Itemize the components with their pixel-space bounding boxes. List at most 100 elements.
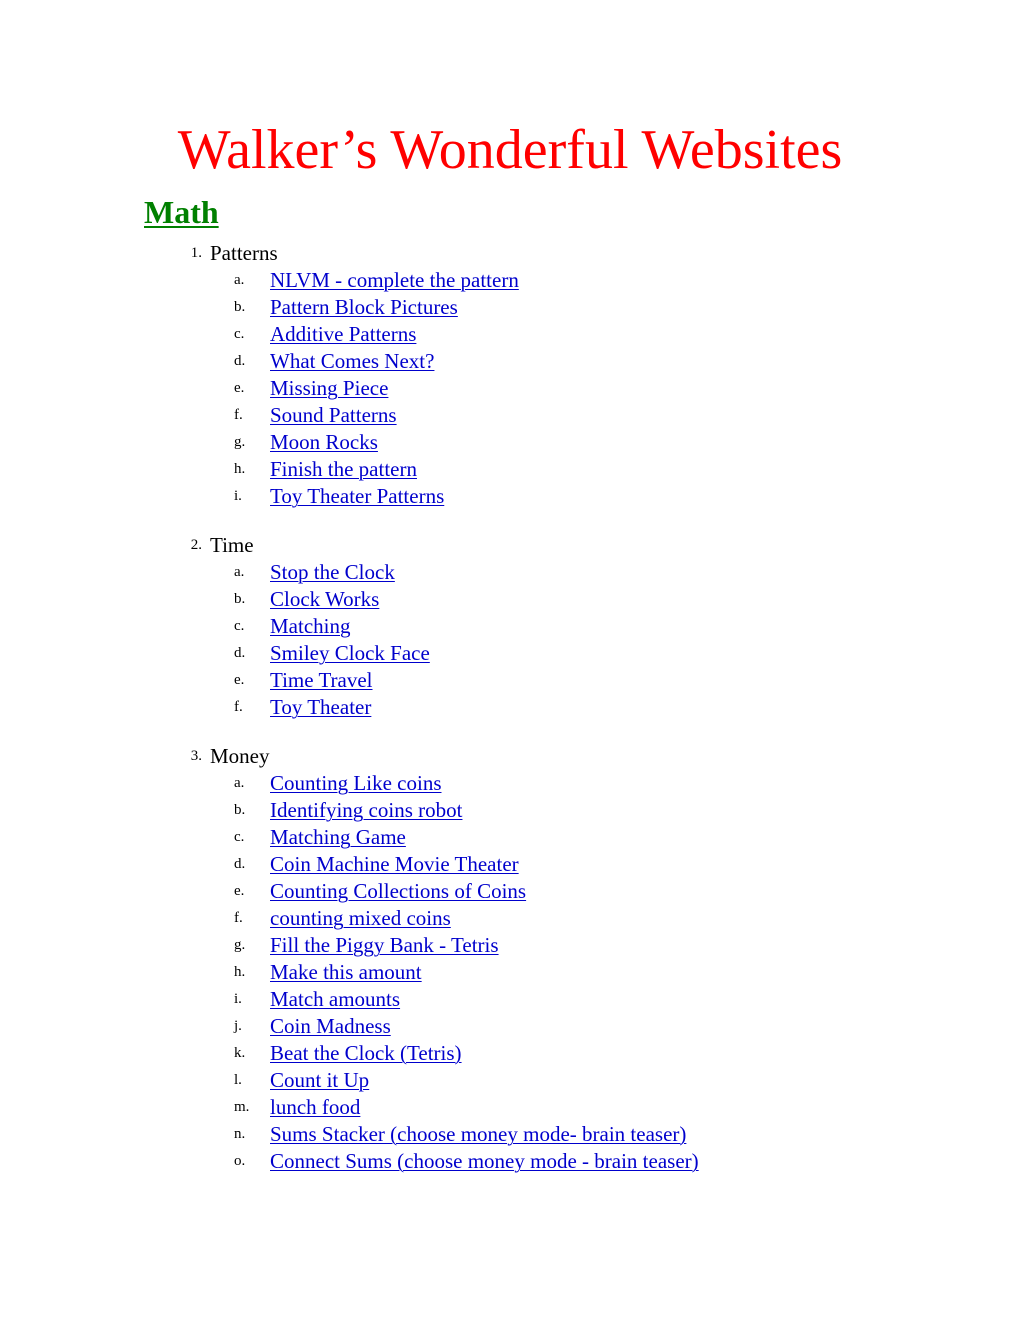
website-link[interactable]: lunch food bbox=[270, 1094, 360, 1121]
outline-group-row: 2. Time bbox=[0, 532, 1020, 559]
list-marker: f. bbox=[234, 699, 243, 715]
website-link[interactable]: Finish the pattern bbox=[270, 456, 417, 483]
list-marker: b. bbox=[234, 591, 246, 607]
list-item: e. Time Travel bbox=[0, 667, 1020, 694]
list-item: c. Matching bbox=[0, 613, 1020, 640]
list-marker: i. bbox=[234, 991, 242, 1007]
list-item: m. lunch food bbox=[0, 1094, 1020, 1121]
list-marker: e. bbox=[234, 380, 245, 396]
list-item: l. Count it Up bbox=[0, 1067, 1020, 1094]
list-marker: e. bbox=[234, 672, 245, 688]
list-marker: 3. bbox=[190, 748, 202, 764]
website-link[interactable]: Missing Piece bbox=[270, 375, 388, 402]
website-link[interactable]: Make this amount bbox=[270, 959, 422, 986]
list-marker: l. bbox=[234, 1072, 242, 1088]
website-link[interactable]: Matching bbox=[270, 613, 350, 640]
outline-group: 3. Money a. Counting Like coins b. Identifyin… bbox=[0, 743, 1020, 1175]
website-link[interactable]: Counting Like coins bbox=[270, 770, 442, 797]
website-link[interactable]: Counting Collections of Coins bbox=[270, 878, 526, 905]
list-item: c. Additive Patterns bbox=[0, 321, 1020, 348]
website-link[interactable]: Stop the Clock bbox=[270, 559, 395, 586]
list-marker: o. bbox=[234, 1153, 246, 1169]
website-link[interactable]: counting mixed coins bbox=[270, 905, 451, 932]
list-item: o. Connect Sums (choose money mode - brai… bbox=[0, 1148, 1020, 1175]
list-marker: a. bbox=[234, 272, 245, 288]
list-item: f. Sound Patterns bbox=[0, 402, 1020, 429]
list-marker: b. bbox=[234, 299, 246, 315]
outline-group: 1. Patterns a. NLVM - complete the pattern b… bbox=[0, 240, 1020, 510]
list-marker: n. bbox=[234, 1126, 246, 1142]
website-link[interactable]: Coin Machine Movie Theater bbox=[270, 851, 519, 878]
outline-group-row: 1. Patterns bbox=[0, 240, 1020, 267]
list-marker: 2. bbox=[190, 537, 202, 553]
list-item: d. Smiley Clock Face bbox=[0, 640, 1020, 667]
list-marker: f. bbox=[234, 910, 243, 926]
website-link[interactable]: Sound Patterns bbox=[270, 402, 397, 429]
document-page: Walker’s Wonderful Websites Math 1. Patte… bbox=[0, 0, 1020, 1320]
list-marker: a. bbox=[234, 564, 245, 580]
list-item: b. Pattern Block Pictures bbox=[0, 294, 1020, 321]
page-title: Walker’s Wonderful Websites bbox=[177, 119, 843, 181]
list-item: i. Match amounts bbox=[0, 986, 1020, 1013]
website-link[interactable]: Coin Madness bbox=[270, 1013, 391, 1040]
list-marker: c. bbox=[234, 829, 245, 845]
list-item: j. Coin Madness bbox=[0, 1013, 1020, 1040]
list-marker: i. bbox=[234, 488, 242, 504]
website-link[interactable]: Moon Rocks bbox=[270, 429, 378, 456]
list-marker: j. bbox=[234, 1018, 242, 1034]
website-link[interactable]: NLVM - complete the pattern bbox=[270, 267, 519, 294]
section-heading-math: Math bbox=[144, 194, 219, 230]
outline-group-label: Time bbox=[210, 533, 254, 557]
list-item: c. Matching Game bbox=[0, 824, 1020, 851]
website-link[interactable]: Clock Works bbox=[270, 586, 379, 613]
website-link[interactable]: Beat the Clock (Tetris) bbox=[270, 1040, 462, 1067]
list-item: b. Clock Works bbox=[0, 586, 1020, 613]
list-marker: k. bbox=[234, 1045, 246, 1061]
list-marker: c. bbox=[234, 326, 245, 342]
list-item: f. Toy Theater bbox=[0, 694, 1020, 721]
website-link[interactable]: Toy Theater bbox=[270, 694, 371, 721]
list-marker: m. bbox=[234, 1099, 250, 1115]
list-item: a. Stop the Clock bbox=[0, 559, 1020, 586]
website-link[interactable]: Smiley Clock Face bbox=[270, 640, 430, 667]
list-marker: g. bbox=[234, 937, 246, 953]
list-item: a. Counting Like coins bbox=[0, 770, 1020, 797]
outline-group: 2. Time a. Stop the Clock b. Clock Works c. Mat… bbox=[0, 532, 1020, 721]
website-link[interactable]: Matching Game bbox=[270, 824, 406, 851]
list-item: n. Sums Stacker (choose money mode- brain… bbox=[0, 1121, 1020, 1148]
list-marker: a. bbox=[234, 775, 245, 791]
list-marker: d. bbox=[234, 856, 246, 872]
website-link[interactable]: Pattern Block Pictures bbox=[270, 294, 458, 321]
list-item: b. Identifying coins robot bbox=[0, 797, 1020, 824]
list-item: h. Finish the pattern bbox=[0, 456, 1020, 483]
list-item: h. Make this amount bbox=[0, 959, 1020, 986]
website-link[interactable]: Count it Up bbox=[270, 1067, 369, 1094]
website-link[interactable]: Toy Theater Patterns bbox=[270, 483, 444, 510]
list-item: i. Toy Theater Patterns bbox=[0, 483, 1020, 510]
list-item: d. What Comes Next? bbox=[0, 348, 1020, 375]
list-item: f. counting mixed coins bbox=[0, 905, 1020, 932]
website-link[interactable]: Identifying coins robot bbox=[270, 797, 462, 824]
list-marker: f. bbox=[234, 407, 243, 423]
list-item: k. Beat the Clock (Tetris) bbox=[0, 1040, 1020, 1067]
website-link[interactable]: What Comes Next? bbox=[270, 348, 434, 375]
website-link[interactable]: Connect Sums (choose money mode - brain … bbox=[270, 1148, 699, 1175]
website-link[interactable]: Time Travel bbox=[270, 667, 373, 694]
website-link[interactable]: Additive Patterns bbox=[270, 321, 416, 348]
list-item: g. Fill the Piggy Bank - Tetris bbox=[0, 932, 1020, 959]
website-link[interactable]: Fill the Piggy Bank - Tetris bbox=[270, 932, 499, 959]
website-outline-list: 1. Patterns a. NLVM - complete the pattern b… bbox=[0, 240, 1020, 1175]
list-marker: b. bbox=[234, 802, 246, 818]
outline-group-label: Patterns bbox=[210, 241, 278, 265]
list-item: e. Missing Piece bbox=[0, 375, 1020, 402]
list-item: g. Moon Rocks bbox=[0, 429, 1020, 456]
list-marker: 1. bbox=[190, 245, 202, 261]
list-item: d. Coin Machine Movie Theater bbox=[0, 851, 1020, 878]
list-marker: g. bbox=[234, 434, 246, 450]
list-marker: d. bbox=[234, 353, 246, 369]
list-marker: h. bbox=[234, 461, 246, 477]
website-link[interactable]: Sums Stacker (choose money mode- brain t… bbox=[270, 1121, 686, 1148]
list-marker: e. bbox=[234, 883, 245, 899]
website-link[interactable]: Match amounts bbox=[270, 986, 400, 1013]
list-item: a. NLVM - complete the pattern bbox=[0, 267, 1020, 294]
